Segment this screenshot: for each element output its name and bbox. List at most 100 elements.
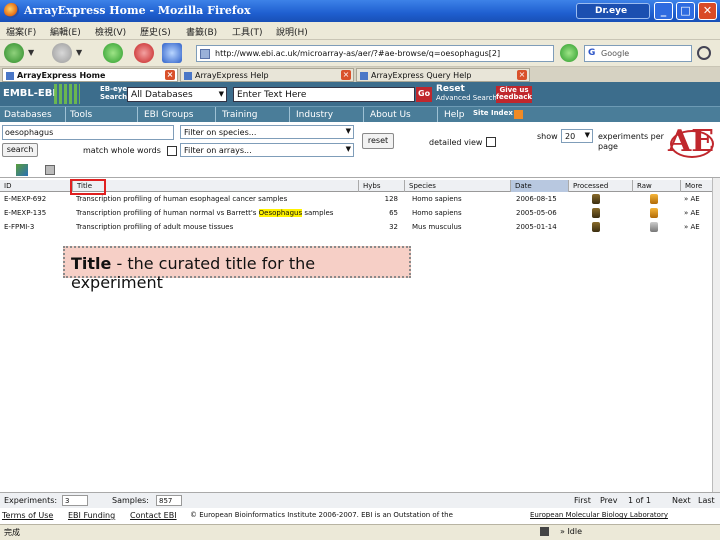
close-window-button[interactable]: ✕: [698, 2, 717, 20]
tab-arrayexpress-home[interactable]: ArrayExpress Home ×: [2, 68, 178, 82]
menu-view[interactable]: 檢視(V): [95, 25, 126, 38]
more-link[interactable]: » AE: [684, 195, 700, 203]
array-filter-select[interactable]: Filter on arrays... ▼: [180, 143, 354, 157]
last-page-link[interactable]: Last: [698, 496, 715, 505]
search-button[interactable]: search: [2, 143, 38, 157]
url-text: http://www.ebi.ac.uk/microarray-as/aer/?…: [215, 49, 501, 58]
ebi-funding-link[interactable]: EBI Funding: [68, 511, 115, 520]
experiments-count-label: Experiments:: [4, 496, 58, 505]
more-link[interactable]: » AE: [684, 223, 700, 231]
table-row[interactable]: E-FPMI-3 Transcription profiling of adul…: [0, 221, 712, 234]
column-header-raw[interactable]: Raw: [632, 180, 680, 192]
prev-page-link[interactable]: Prev: [600, 496, 617, 505]
vertical-scrollbar[interactable]: [712, 178, 720, 492]
back-dropdown-icon[interactable]: ▼: [28, 48, 34, 57]
column-header-title[interactable]: Title: [72, 180, 358, 192]
dreye-button[interactable]: Dr.eye: [576, 3, 650, 19]
keyword-input[interactable]: oesophagus: [2, 125, 174, 140]
match-whole-words-label: match whole words: [83, 146, 161, 155]
back-button[interactable]: [4, 43, 24, 63]
tab-bar: ArrayExpress Home × ArrayExpress Help × …: [0, 67, 720, 82]
menu-tools[interactable]: 工具(T): [232, 25, 263, 38]
table-icon[interactable]: [45, 165, 55, 175]
home-button[interactable]: [162, 43, 182, 63]
nav-industry[interactable]: Industry: [292, 107, 364, 123]
show-label: show: [537, 132, 558, 141]
table-row[interactable]: E-MEXP-135 Transcription profiling of hu…: [0, 207, 712, 220]
detailed-view-checkbox[interactable]: [486, 137, 496, 147]
more-link[interactable]: » AE: [684, 209, 700, 217]
close-tab-icon[interactable]: ×: [517, 70, 527, 80]
table-row[interactable]: E-MEXP-692 Transcription profiling of hu…: [0, 193, 712, 206]
experiments-count: 3: [62, 495, 88, 506]
contact-ebi-link[interactable]: Contact EBI: [130, 511, 177, 520]
tab-arrayexpress-help[interactable]: ArrayExpress Help ×: [180, 68, 354, 82]
ebi-reset-link[interactable]: Reset: [436, 84, 465, 94]
column-header-hybs[interactable]: Hybs: [358, 180, 404, 192]
go-button[interactable]: [560, 44, 578, 62]
menu-history[interactable]: 歷史(S): [140, 25, 171, 38]
experiment-date: 2005-01-14: [516, 223, 557, 231]
menu-file[interactable]: 檔案(F): [6, 25, 36, 38]
raw-data-icon[interactable]: [650, 222, 658, 232]
experiment-species: Homo sapiens: [412, 195, 462, 203]
embl-link[interactable]: European Molecular Biology Laboratory: [530, 511, 668, 519]
column-header-processed[interactable]: Processed: [568, 180, 632, 192]
chart-icon[interactable]: [16, 164, 28, 176]
experiment-id[interactable]: E-MEXP-692: [4, 195, 46, 203]
nav-about-us[interactable]: About Us: [366, 107, 438, 123]
close-tab-icon[interactable]: ×: [165, 70, 175, 80]
tab-arrayexpress-query-help[interactable]: ArrayExpress Query Help ×: [356, 68, 530, 82]
raw-data-icon[interactable]: [650, 208, 658, 218]
column-header-date[interactable]: Date: [510, 180, 568, 192]
experiment-id[interactable]: E-MEXP-135: [4, 209, 46, 217]
match-whole-words-checkbox[interactable]: [167, 146, 177, 156]
database-select[interactable]: All Databases ▼: [127, 87, 227, 102]
reload-button[interactable]: [103, 43, 123, 63]
maximize-button[interactable]: □: [676, 2, 695, 20]
raw-data-icon[interactable]: [650, 194, 658, 204]
column-header-id[interactable]: ID: [0, 180, 72, 192]
column-header-species[interactable]: Species: [404, 180, 510, 192]
first-page-link[interactable]: First: [574, 496, 591, 505]
ebeye-line1: EB-eye: [100, 85, 128, 93]
reset-button[interactable]: reset: [362, 133, 394, 149]
close-tab-icon[interactable]: ×: [341, 70, 351, 80]
rss-icon[interactable]: [514, 110, 523, 119]
minimize-button[interactable]: _: [654, 2, 673, 20]
menu-help[interactable]: 說明(H): [276, 25, 308, 38]
feedback-button[interactable]: Give us feedback: [496, 86, 532, 103]
page-size-select[interactable]: 20 ▼: [561, 129, 593, 143]
nav-help[interactable]: Help: [440, 107, 472, 123]
ebi-nav: Databases Tools EBI Groups Training Indu…: [0, 106, 720, 123]
menu-edit[interactable]: 編輯(E): [50, 25, 81, 38]
experiment-id[interactable]: E-FPMI-3: [4, 223, 34, 231]
stop-button[interactable]: [134, 43, 154, 63]
experiment-hybs: 65: [389, 209, 398, 217]
column-header-more[interactable]: More: [680, 180, 712, 192]
menu-bookmarks[interactable]: 書籤(B): [186, 25, 217, 38]
search-engine-input[interactable]: G Google: [584, 45, 692, 62]
processed-data-icon[interactable]: [592, 222, 600, 232]
url-bar[interactable]: http://www.ebi.ac.uk/microarray-as/aer/?…: [196, 45, 554, 62]
site-index-link[interactable]: Site Index: [473, 109, 513, 117]
nav-ebi-groups[interactable]: EBI Groups: [140, 107, 216, 123]
advanced-search-link[interactable]: Advanced Search: [436, 94, 497, 102]
processed-data-icon[interactable]: [592, 194, 600, 204]
nav-tools[interactable]: Tools: [66, 107, 138, 123]
callout-term: Title: [71, 254, 112, 273]
processed-data-icon[interactable]: [592, 208, 600, 218]
nav-training[interactable]: Training: [218, 107, 290, 123]
search-icon[interactable]: [697, 46, 711, 60]
ebi-go-button[interactable]: Go: [416, 87, 432, 102]
forward-dropdown-icon[interactable]: ▼: [76, 48, 82, 57]
forward-button[interactable]: [52, 43, 72, 63]
terms-of-use-link[interactable]: Terms of Use: [2, 511, 53, 520]
nav-databases[interactable]: Databases: [0, 107, 66, 123]
next-page-link[interactable]: Next: [672, 496, 691, 505]
logo-ring: [670, 130, 714, 158]
ebi-reset-area: Reset Advanced Search: [436, 85, 497, 103]
free-text-input[interactable]: Enter Text Here: [233, 87, 415, 102]
ebi-logo[interactable]: EMBL-EBI: [3, 88, 56, 99]
species-filter-select[interactable]: Filter on species... ▼: [180, 125, 354, 139]
